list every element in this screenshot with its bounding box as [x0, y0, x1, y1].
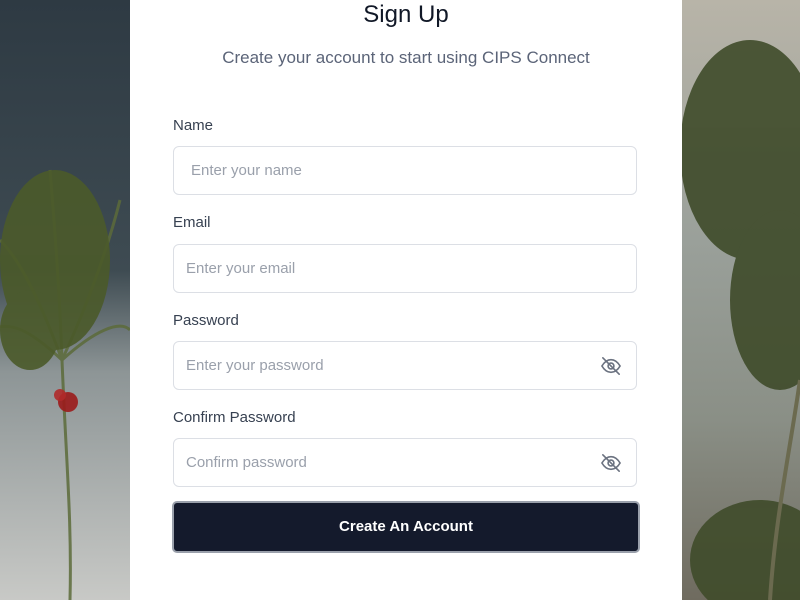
name-field[interactable] — [173, 146, 637, 195]
name-label: Name — [173, 117, 214, 134]
confirm-password-label: Confirm Password — [173, 409, 296, 426]
confirm-password-field[interactable] — [173, 438, 637, 487]
eye-off-icon[interactable] — [600, 356, 622, 376]
email-field[interactable] — [173, 244, 637, 293]
password-input[interactable] — [186, 342, 586, 389]
password-label: Password — [173, 312, 239, 329]
eye-off-icon[interactable] — [600, 453, 622, 473]
email-input[interactable] — [186, 245, 586, 292]
signup-card: Sign Up Create your account to start usi… — [130, 0, 682, 600]
confirm-password-input[interactable] — [186, 439, 586, 486]
page-title: Sign Up — [363, 1, 449, 28]
page-subtitle: Create your account to start using CIPS … — [222, 48, 590, 67]
email-label: Email — [173, 214, 211, 231]
password-field[interactable] — [173, 341, 637, 390]
name-input[interactable] — [191, 147, 591, 194]
create-account-button[interactable]: Create An Account — [172, 501, 640, 553]
